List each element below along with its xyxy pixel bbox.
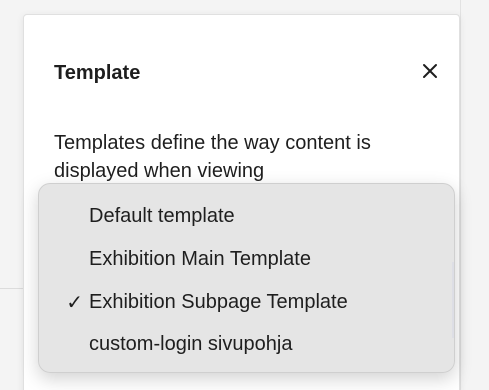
option-exhibition-main-template[interactable]: Exhibition Main Template xyxy=(39,239,456,279)
close-icon xyxy=(423,64,437,78)
close-button[interactable] xyxy=(414,55,446,87)
option-default-template[interactable]: Default template xyxy=(39,196,456,236)
option-exhibition-subpage-template[interactable]: ✓ Exhibition Subpage Template xyxy=(39,282,456,322)
option-label: Exhibition Subpage Template xyxy=(89,290,348,313)
modal-title: Template xyxy=(54,62,141,84)
checkmark-icon: ✓ xyxy=(66,291,83,314)
option-label: Default template xyxy=(89,204,235,227)
option-label: Exhibition Main Template xyxy=(89,247,311,270)
modal-description: Templates define the way content is disp… xyxy=(54,132,371,182)
option-label: custom-login sivupohja xyxy=(89,332,293,355)
option-custom-login-sivupohja[interactable]: custom-login sivupohja xyxy=(39,324,456,364)
editor-background: Template Templates define the way conten… xyxy=(0,0,489,390)
template-options-menu: Default template Exhibition Main Templat… xyxy=(38,183,455,373)
editor-divider xyxy=(460,0,461,390)
